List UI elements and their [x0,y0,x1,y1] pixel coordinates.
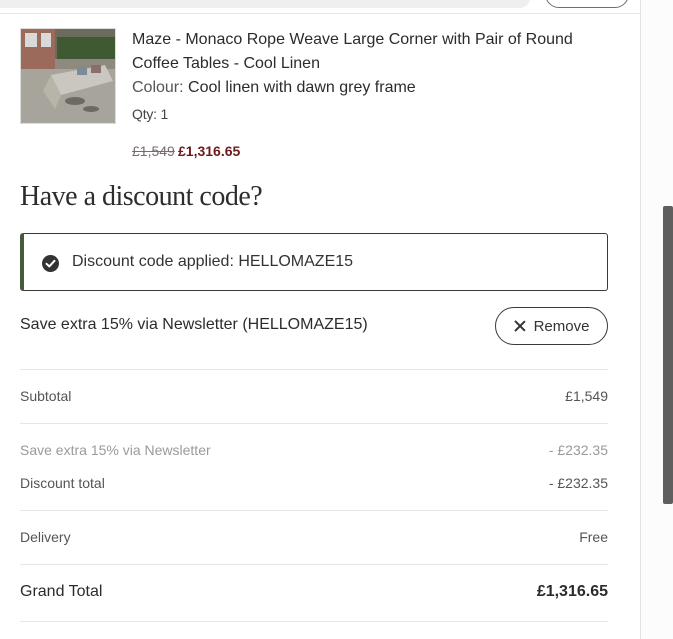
product-title[interactable]: Maze - Monaco Rope Weave Large Corner wi… [132,28,612,76]
check-circle-icon [42,255,59,272]
divider [20,423,608,424]
remove-label: Remove [533,317,590,335]
divider [20,510,608,511]
grand-total-value: £1,316.65 [536,583,608,600]
remove-discount-button[interactable]: Remove [495,307,608,345]
discount-total-value: - £232.35 [548,475,608,491]
divider [20,621,608,622]
search-field-partial[interactable] [0,0,530,8]
colour-value: Cool linen with dawn grey frame [188,79,416,96]
grand-total-label: Grand Total [20,583,103,600]
product-image[interactable] [20,28,116,124]
discount-heading: Have a discount code? [20,181,263,212]
delivery-value: Free [579,529,608,545]
original-price: £1,549 [132,143,175,159]
outdoor-corner-sofa-photo [21,29,115,123]
discount-applied-text: Discount code applied: HELLOMAZE15 [72,253,354,270]
discount-total-label: Discount total [20,475,105,491]
colour-label: Colour: [132,79,184,96]
product-colour: Colour: Cool linen with dawn grey frame [132,76,416,100]
subtotal-label: Subtotal [20,388,72,404]
close-icon [514,320,526,332]
sale-price: £1,316.65 [178,143,241,159]
delivery-label: Delivery [20,529,71,545]
divider [20,564,608,565]
divider [20,369,608,370]
promo-discount-value: - £232.35 [548,442,608,458]
applied-promo-description: Save extra 15% via Newsletter (HELLOMAZE… [20,316,368,333]
product-quantity: Qty: 1 [132,106,169,122]
discount-applied-notice: Discount code applied: HELLOMAZE15 [20,233,608,291]
subtotal-value: £1,549 [565,388,608,404]
header-button-partial[interactable] [545,0,629,8]
promo-discount-label: Save extra 15% via Newsletter [20,442,211,458]
scrollbar-thumb[interactable] [663,206,673,504]
top-strip [0,0,640,14]
